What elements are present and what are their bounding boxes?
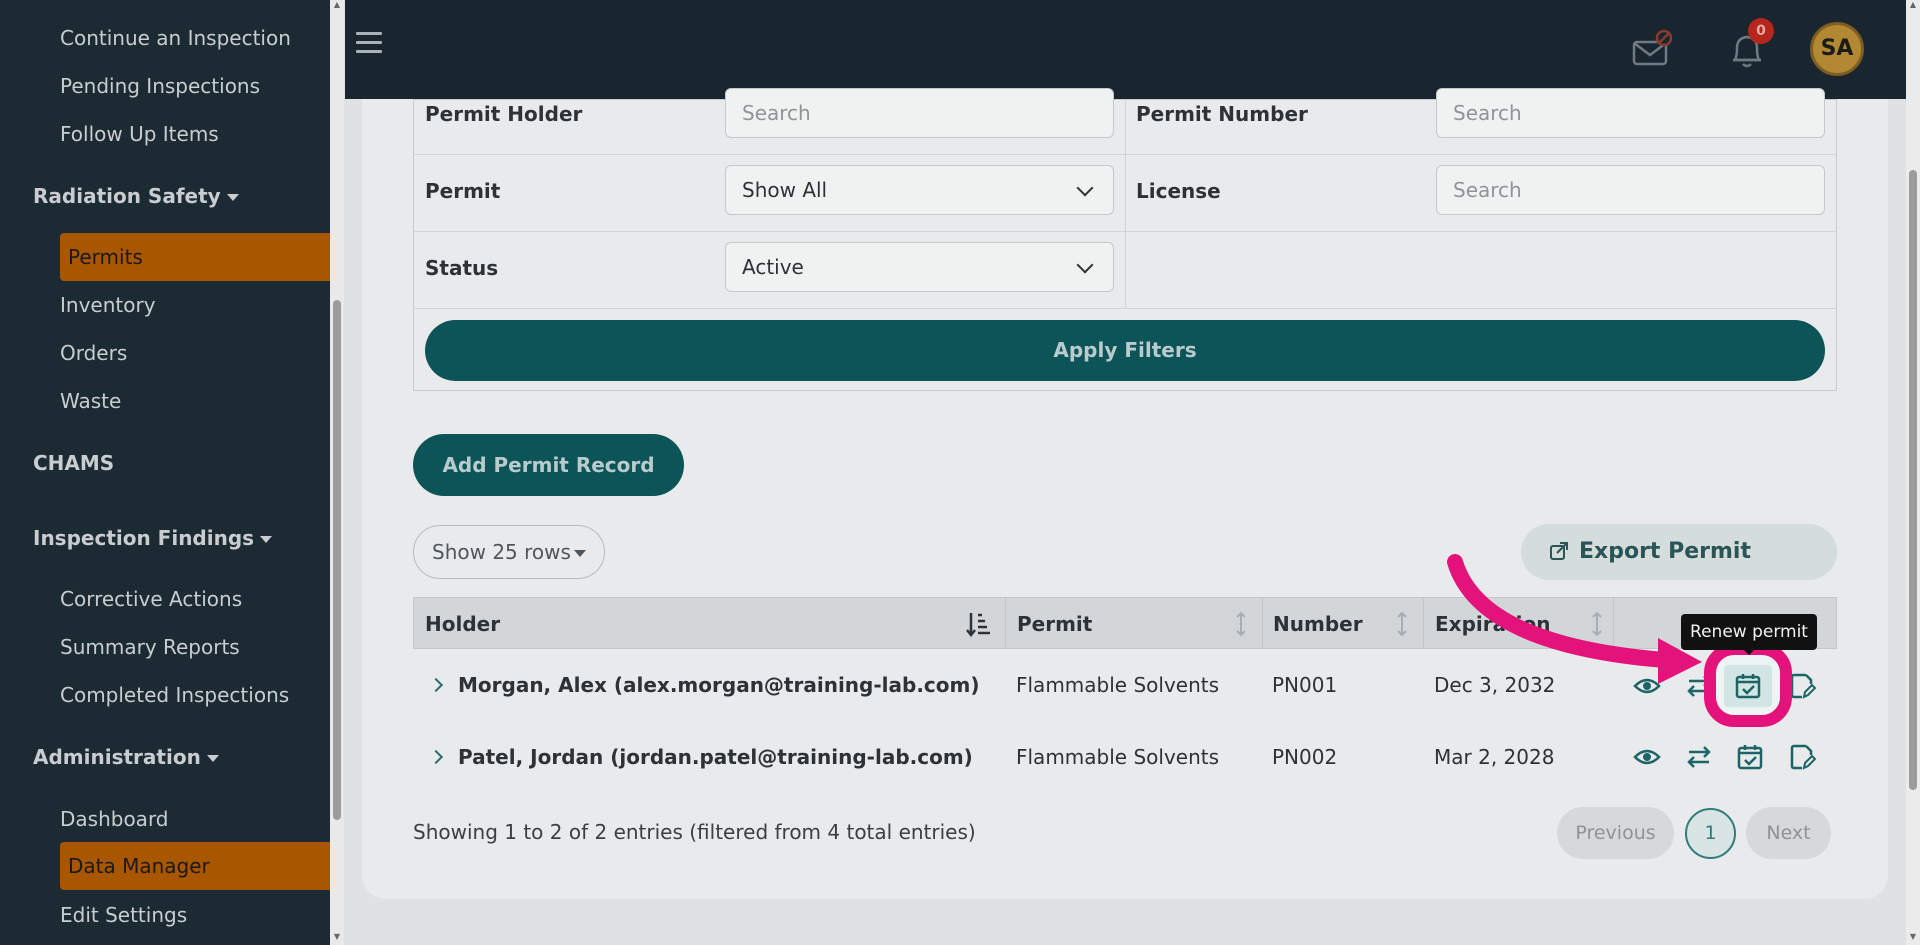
sidebar-section-chams[interactable]: CHAMS bbox=[33, 448, 114, 478]
caret-down-icon bbox=[260, 536, 273, 543]
sort-icon[interactable] bbox=[1234, 610, 1248, 638]
expiration-cell: Mar 2, 2028 bbox=[1434, 745, 1555, 769]
sidebar-scrollbar[interactable]: ▲ ▼ bbox=[330, 0, 344, 945]
edit-document-icon[interactable] bbox=[1788, 743, 1816, 771]
sidebar-item-inventory[interactable]: Inventory bbox=[60, 290, 156, 320]
sidebar-item-data-manager[interactable]: Data Manager bbox=[60, 842, 330, 890]
rows-per-page-select[interactable]: Show 25 rows bbox=[413, 525, 605, 579]
holder-cell: Morgan, Alex (alex.morgan@training-lab.c… bbox=[458, 673, 980, 697]
sort-descending-icon[interactable] bbox=[965, 610, 991, 638]
caret-down-icon bbox=[226, 194, 239, 201]
add-permit-record-button[interactable]: Add Permit Record bbox=[413, 434, 684, 496]
permit-cell: Flammable Solvents bbox=[1016, 673, 1220, 697]
status-label: Status bbox=[425, 256, 499, 280]
hamburger-menu-icon[interactable] bbox=[356, 32, 382, 56]
column-divider bbox=[1262, 598, 1263, 650]
chevron-down-icon bbox=[1076, 256, 1094, 274]
sidebar-section-radiation-safety[interactable]: Radiation Safety bbox=[33, 181, 239, 211]
page-scrollbar[interactable]: ▲ ▼ bbox=[1906, 0, 1920, 945]
number-cell: PN002 bbox=[1272, 745, 1338, 769]
permit-select[interactable]: Show All bbox=[725, 165, 1114, 215]
status-select[interactable]: Active bbox=[725, 242, 1114, 292]
sidebar-item-pending-inspections[interactable]: Pending Inspections bbox=[60, 71, 260, 101]
caret-down-icon bbox=[206, 755, 219, 762]
sidebar-section-administration[interactable]: Administration bbox=[33, 742, 219, 772]
column-header-holder[interactable]: Holder bbox=[425, 598, 500, 650]
permit-holder-search-input[interactable]: Search bbox=[725, 88, 1114, 138]
renew-permit-tooltip: Renew permit bbox=[1681, 614, 1817, 650]
chevron-right-icon[interactable] bbox=[428, 749, 444, 765]
permit-cell: Flammable Solvents bbox=[1016, 745, 1220, 769]
mail-disabled-icon[interactable] bbox=[1632, 30, 1672, 70]
column-divider bbox=[1423, 598, 1424, 650]
sidebar-scroll-thumb[interactable] bbox=[333, 300, 341, 820]
transfer-icon[interactable] bbox=[1685, 743, 1713, 771]
holder-cell: Patel, Jordan (jordan.patel@training-lab… bbox=[458, 745, 973, 769]
column-divider bbox=[1005, 598, 1006, 650]
renew-calendar-icon bbox=[1735, 674, 1761, 699]
sidebar-item-corrective-actions[interactable]: Corrective Actions bbox=[60, 584, 242, 614]
top-bar bbox=[345, 0, 1920, 99]
page-1-button[interactable]: 1 bbox=[1685, 808, 1736, 859]
filter-divider bbox=[413, 308, 1837, 309]
renew-permit-button[interactable] bbox=[1724, 665, 1772, 707]
sidebar-item-dashboard[interactable]: Dashboard bbox=[60, 804, 169, 834]
column-header-permit[interactable]: Permit bbox=[1017, 598, 1092, 650]
filter-divider bbox=[1125, 99, 1126, 308]
permit-number-search-input[interactable]: Search bbox=[1436, 88, 1825, 138]
column-header-number[interactable]: Number bbox=[1273, 598, 1363, 650]
page-scroll-thumb[interactable] bbox=[1909, 170, 1917, 790]
scroll-up-icon[interactable]: ▲ bbox=[1909, 1, 1917, 9]
sidebar-item-permits[interactable]: Permits bbox=[60, 233, 330, 281]
table-row: Patel, Jordan (jordan.patel@training-lab… bbox=[413, 721, 1837, 793]
sidebar-item-orders[interactable]: Orders bbox=[60, 338, 127, 368]
sidebar-item-follow-up[interactable]: Follow Up Items bbox=[60, 119, 219, 149]
number-cell: PN001 bbox=[1272, 673, 1338, 697]
renew-calendar-icon[interactable] bbox=[1736, 743, 1764, 771]
view-eye-icon[interactable] bbox=[1633, 743, 1661, 771]
sidebar-item-continue-inspection[interactable]: Continue an Inspection bbox=[60, 23, 291, 53]
sidebar-item-summary-reports[interactable]: Summary Reports bbox=[60, 632, 240, 662]
scroll-down-icon[interactable]: ▼ bbox=[333, 933, 341, 941]
previous-page-button[interactable]: Previous bbox=[1557, 807, 1674, 859]
tooltip-arrow bbox=[1742, 648, 1756, 655]
notification-badge: 0 bbox=[1748, 18, 1774, 44]
scroll-up-icon[interactable]: ▲ bbox=[333, 1, 341, 9]
scroll-down-icon[interactable]: ▼ bbox=[1909, 933, 1917, 941]
license-search-input[interactable]: Search bbox=[1436, 165, 1825, 215]
license-label: License bbox=[1136, 179, 1221, 203]
permit-number-label: Permit Number bbox=[1136, 102, 1308, 126]
sidebar-item-completed-inspections[interactable]: Completed Inspections bbox=[60, 680, 289, 710]
apply-filters-button[interactable]: Apply Filters bbox=[425, 320, 1825, 381]
sort-icon[interactable] bbox=[1395, 610, 1409, 638]
sidebar-item-waste[interactable]: Waste bbox=[60, 386, 121, 416]
permit-holder-label: Permit Holder bbox=[425, 102, 583, 126]
caret-down-icon bbox=[574, 550, 586, 557]
permit-label: Permit bbox=[425, 179, 501, 203]
avatar[interactable]: SA bbox=[1810, 22, 1864, 76]
entries-info: Showing 1 to 2 of 2 entries (filtered fr… bbox=[413, 820, 976, 844]
chevron-down-icon bbox=[1076, 179, 1094, 197]
chevron-right-icon[interactable] bbox=[428, 677, 444, 693]
sidebar-item-edit-settings[interactable]: Edit Settings bbox=[60, 900, 187, 930]
next-page-button[interactable]: Next bbox=[1746, 807, 1831, 859]
sidebar: Continue an Inspection Pending Inspectio… bbox=[0, 0, 330, 945]
edit-document-icon[interactable] bbox=[1788, 672, 1816, 700]
sidebar-section-inspection-findings[interactable]: Inspection Findings bbox=[33, 523, 273, 553]
